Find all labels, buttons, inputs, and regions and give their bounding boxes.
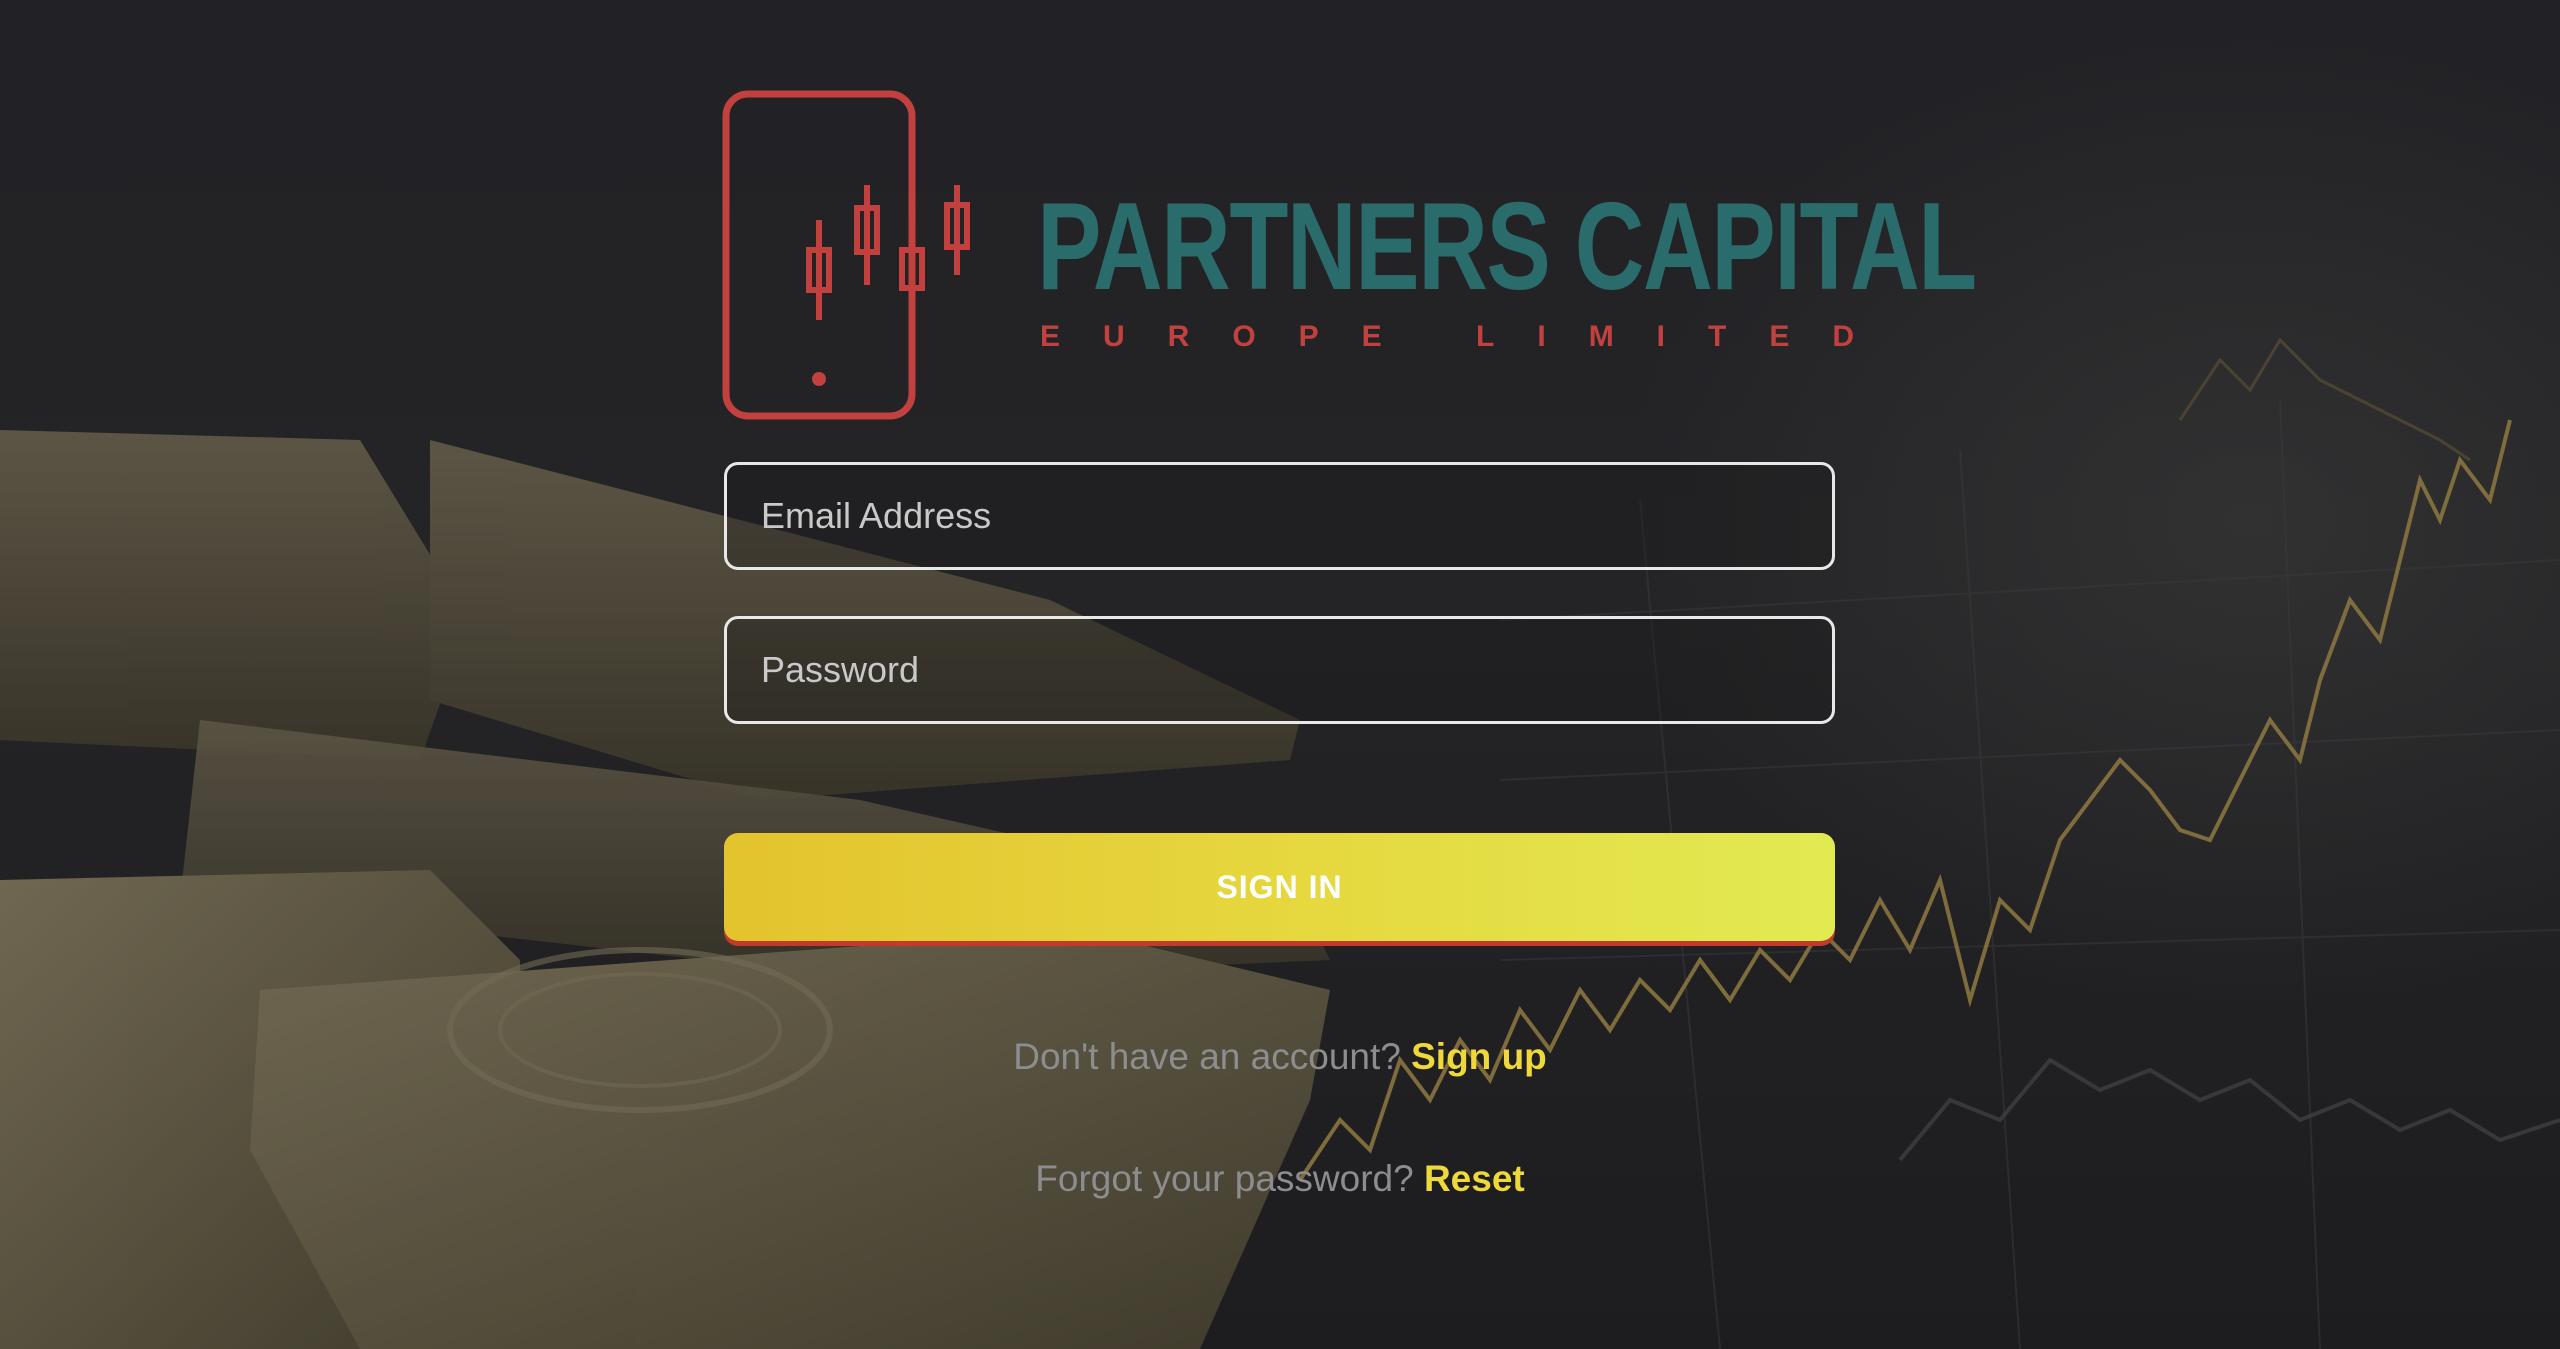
- email-field[interactable]: [724, 462, 1835, 570]
- sign-in-button[interactable]: SIGN IN: [724, 833, 1835, 941]
- sign-up-link[interactable]: Sign up: [1411, 1036, 1547, 1077]
- brand-logo: PARTNERS CAPITAL EUROPE LIMITED: [722, 90, 1977, 420]
- email-input[interactable]: [727, 465, 1832, 567]
- brand-subtitle: EUROPE LIMITED: [1040, 320, 1898, 353]
- reset-link[interactable]: Reset: [1424, 1158, 1525, 1199]
- signup-prompt-text: Don't have an account?: [1013, 1036, 1401, 1077]
- phone-candlestick-icon: [722, 90, 970, 420]
- password-input[interactable]: [727, 619, 1832, 721]
- reset-prompt-text: Forgot your password?: [1035, 1158, 1414, 1199]
- brand-name: PARTNERS CAPITAL: [1037, 178, 1977, 316]
- reset-prompt: Forgot your password? Reset: [0, 1158, 2560, 1200]
- password-field[interactable]: [724, 616, 1835, 724]
- login-screen: PARTNERS CAPITAL EUROPE LIMITED SIGN IN …: [0, 0, 2560, 1349]
- signup-prompt: Don't have an account? Sign up: [0, 1036, 2560, 1078]
